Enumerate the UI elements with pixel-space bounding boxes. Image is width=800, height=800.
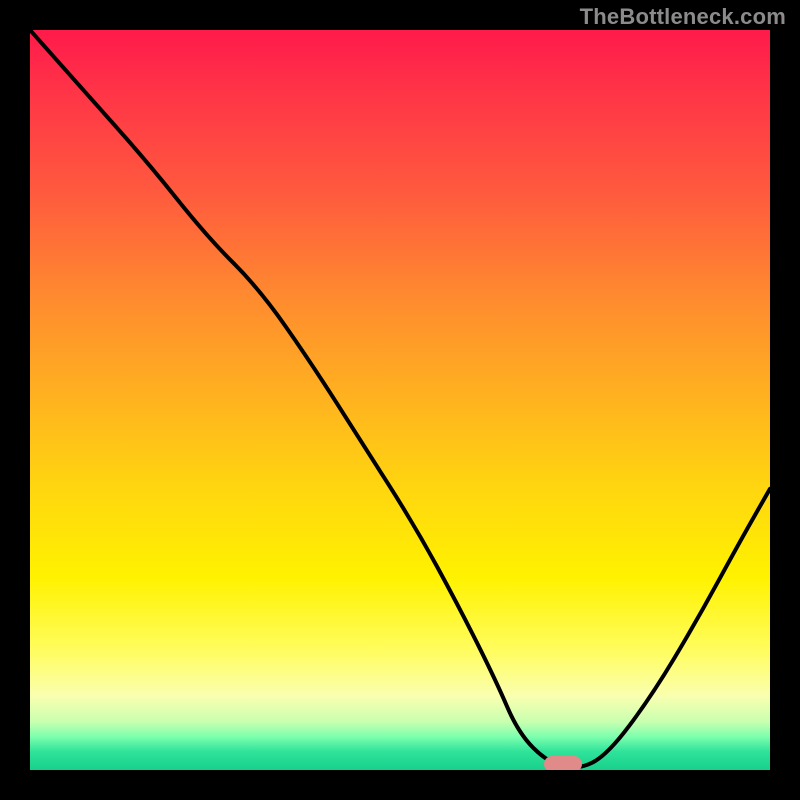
chart-frame: TheBottleneck.com bbox=[0, 0, 800, 800]
bottleneck-curve bbox=[30, 30, 770, 768]
curve-svg bbox=[30, 30, 770, 770]
plot-area bbox=[30, 30, 770, 770]
watermark-text: TheBottleneck.com bbox=[580, 4, 786, 30]
optimal-marker bbox=[544, 756, 582, 770]
